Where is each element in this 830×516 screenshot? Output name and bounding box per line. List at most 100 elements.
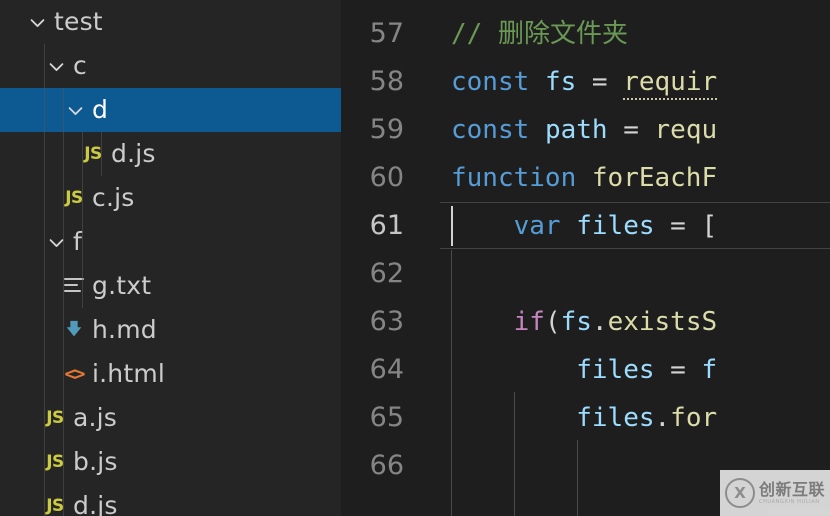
- line-number: 61: [369, 210, 404, 241]
- code-token: fs: [560, 307, 592, 337]
- code-line[interactable]: 56: [341, 0, 830, 10]
- html-file-icon: <>: [64, 363, 86, 385]
- tree-file-g-txt[interactable]: g.txt: [0, 264, 341, 308]
- tree-item-label: d: [92, 95, 109, 124]
- line-number: 56: [341, 0, 404, 10]
- text-cursor: [451, 206, 453, 246]
- tree-folder-test[interactable]: test: [0, 0, 341, 44]
- tree-item-label: d.js: [73, 491, 118, 516]
- code-line[interactable]: 65 files.for: [341, 394, 830, 442]
- js-file-icon: JS: [65, 188, 83, 208]
- line-number: 64: [369, 354, 404, 385]
- code-token: fs: [544, 67, 577, 97]
- line-number: 58: [369, 66, 404, 97]
- chevron-down-icon[interactable]: [24, 0, 50, 44]
- tree-item-label: c: [73, 51, 87, 80]
- js-file-icon: JS: [46, 408, 64, 428]
- code-token: =: [654, 211, 702, 241]
- tree-file-a-js[interactable]: JS a.js: [0, 396, 341, 440]
- watermark-text: 创新互联 CHUANGXIN HULIAN: [758, 479, 825, 505]
- code-line[interactable]: 60 function forEachF: [341, 154, 830, 202]
- tree-folder-d[interactable]: d: [0, 88, 341, 132]
- code-token: (: [544, 307, 561, 337]
- code-token: const: [451, 67, 530, 97]
- code-token: f: [701, 355, 718, 385]
- tree-file-d-js[interactable]: JS d.js: [0, 484, 341, 516]
- tree-item-label: test: [54, 7, 103, 36]
- tree-item-label: i.html: [92, 359, 166, 388]
- line-number: 63: [369, 306, 404, 337]
- code-token: for: [670, 403, 718, 433]
- markdown-file-icon: [60, 308, 88, 352]
- code-text[interactable]: if(fs.existsS: [451, 298, 718, 346]
- code-text[interactable]: var files = [: [451, 202, 718, 250]
- line-number: 62: [369, 258, 404, 289]
- code-token: path: [544, 115, 608, 145]
- code-token: function: [451, 163, 577, 193]
- code-text[interactable]: files = f: [451, 346, 717, 394]
- code-token: existsS: [607, 307, 718, 337]
- tree-file-b-js[interactable]: JS b.js: [0, 440, 341, 484]
- text-file-icon: [60, 264, 88, 308]
- tree-item-label: f: [73, 227, 83, 256]
- code-line[interactable]: 58 const fs = requir: [341, 58, 830, 106]
- line-number: 57: [369, 18, 404, 49]
- code-line[interactable]: 62: [341, 250, 830, 298]
- watermark-logo-icon: X: [724, 478, 755, 508]
- file-explorer-sidebar[interactable]: test c d JS d.js JS c.js f g.txt h.md <> i.html JS a.…: [0, 0, 341, 516]
- tree-item-label: d.js: [111, 139, 156, 168]
- tree-item-label: g.txt: [92, 271, 152, 300]
- chevron-down-icon[interactable]: [43, 220, 69, 264]
- tree-item-label: b.js: [73, 447, 118, 476]
- code-token: if: [513, 307, 545, 337]
- tree-file-i-html[interactable]: <> i.html: [0, 352, 341, 396]
- code-token: var: [513, 211, 561, 241]
- js-file-icon: JS: [46, 496, 64, 516]
- code-text[interactable]: const fs = requir: [451, 58, 718, 106]
- tree-item-label: c.js: [92, 183, 135, 212]
- tree-file-h-md[interactable]: h.md: [0, 308, 341, 352]
- code-token: =: [607, 115, 655, 145]
- line-number: 60: [369, 162, 404, 193]
- line-number: 65: [369, 402, 404, 433]
- code-text[interactable]: function forEachF: [451, 154, 717, 202]
- line-number: 66: [369, 450, 404, 481]
- code-token: =: [654, 355, 702, 385]
- code-text[interactable]: const path = requ: [451, 106, 717, 154]
- code-token: .: [591, 307, 608, 337]
- code-text[interactable]: files.for: [451, 394, 717, 442]
- code-token: files: [576, 355, 655, 385]
- code-token: requ: [654, 115, 718, 145]
- code-token: .: [654, 403, 671, 433]
- chevron-down-icon[interactable]: [43, 44, 69, 88]
- code-line[interactable]: 61 var files = [: [341, 202, 830, 250]
- code-token: const: [451, 115, 530, 145]
- tree-file-c-js[interactable]: JS c.js: [0, 176, 341, 220]
- watermark-cn-label: 创新互联: [758, 479, 825, 499]
- code-text[interactable]: // 删除文件夹: [451, 10, 628, 58]
- tree-folder-c[interactable]: c: [0, 44, 341, 88]
- chevron-down-icon[interactable]: [62, 88, 88, 132]
- code-line[interactable]: 64 files = f: [341, 346, 830, 394]
- code-line[interactable]: 57 // 删除文件夹: [341, 10, 830, 58]
- vscode-window: test c d JS d.js JS c.js f g.txt h.md <> i.html JS a.…: [0, 0, 830, 516]
- tree-item-label: h.md: [92, 315, 157, 344]
- code-token: // 删除文件夹: [451, 19, 628, 49]
- code-editor[interactable]: 56 57 // 删除文件夹 58 const fs = requir 59 const p…: [341, 0, 830, 516]
- tree-folder-f[interactable]: f: [0, 220, 341, 264]
- code-token: requir: [623, 67, 718, 100]
- code-line[interactable]: 63 if(fs.existsS: [341, 298, 830, 346]
- code-line[interactable]: 59 const path = requ: [341, 106, 830, 154]
- code-lines[interactable]: 56 57 // 删除文件夹 58 const fs = requir 59 const p…: [341, 0, 830, 516]
- tree-file-d-js[interactable]: JS d.js: [0, 132, 341, 176]
- code-token: =: [576, 67, 624, 97]
- js-file-icon: JS: [46, 452, 64, 472]
- code-token: forEachF: [591, 163, 718, 193]
